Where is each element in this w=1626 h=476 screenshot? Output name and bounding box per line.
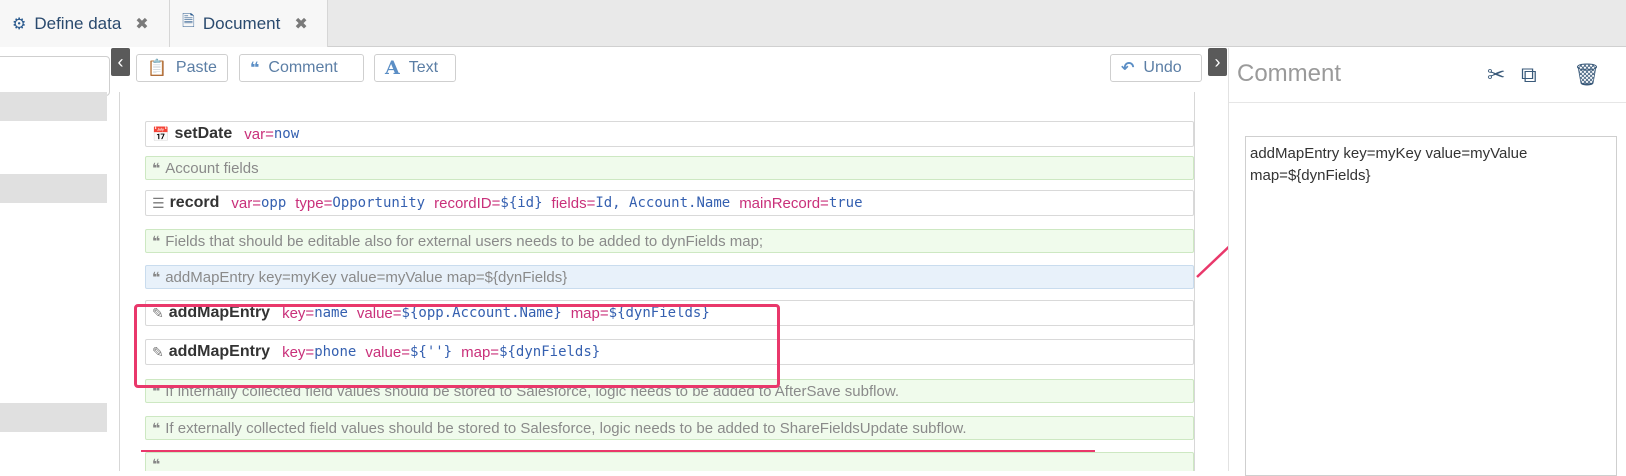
trash-icon[interactable]: 🗑 xyxy=(1573,62,1601,88)
quote-icon: ❝ xyxy=(152,419,161,436)
panel-divider xyxy=(1229,102,1626,103)
script-editor: 📅 setDate var= now ❝ Account fields ☰ rec… xyxy=(119,92,1195,471)
sidebar-item[interactable] xyxy=(0,92,107,121)
flow-icon: ⚙ xyxy=(12,15,27,33)
comment-row[interactable]: ❝ xyxy=(145,452,1194,471)
script-row-setdate[interactable]: 📅 setDate var= now xyxy=(145,121,1194,147)
undo-button[interactable]: ↶ Undo xyxy=(1110,54,1202,82)
tab-bar: ⚙ Define data ✖ 🗎 Document ✖ xyxy=(0,0,1626,47)
highlight-box xyxy=(134,304,780,388)
database-icon: ☰ xyxy=(152,194,165,211)
comment-row[interactable]: ❝ Account fields xyxy=(145,156,1194,180)
quote-icon: ❝ xyxy=(152,232,161,249)
quote-icon: ❝ xyxy=(250,60,260,77)
close-icon[interactable]: ✖ xyxy=(135,14,148,34)
panel-title: Comment xyxy=(1237,60,1342,87)
left-sidebar xyxy=(0,48,112,471)
undo-icon: ↶ xyxy=(1121,60,1135,77)
comment-row[interactable]: ❝ Fields that should be editable also fo… xyxy=(145,229,1194,253)
calendar-icon: 📅 xyxy=(152,125,170,142)
comment-row[interactable]: ❝ If externally collected field values s… xyxy=(145,416,1194,440)
comment-panel: Comment ✂ ⧉ 🗑 addMapEntry key=myKey valu… xyxy=(1228,48,1626,476)
text-button[interactable]: A Text xyxy=(374,54,456,82)
highlight-underline xyxy=(141,450,1095,452)
comment-row-selected[interactable]: ❝ addMapEntry key=myKey value=myValue ma… xyxy=(145,265,1194,289)
close-icon[interactable]: ✖ xyxy=(294,14,307,34)
document-icon: 🗎 xyxy=(182,13,195,30)
cut-icon[interactable]: ✂ xyxy=(1487,62,1505,88)
text-icon: A xyxy=(385,57,400,79)
comment-textarea[interactable]: addMapEntry key=myKey value=myValue map=… xyxy=(1245,136,1617,476)
paste-button[interactable]: 📋 Paste xyxy=(136,54,228,82)
comment-button[interactable]: ❝ Comment xyxy=(239,54,364,82)
quote-icon: ❝ xyxy=(152,268,161,285)
tab-label: Document xyxy=(202,13,281,33)
collapse-right-button[interactable]: › xyxy=(1208,48,1227,76)
sidebar-search-input[interactable] xyxy=(0,56,110,96)
tab-label: Define data xyxy=(34,13,122,33)
paste-icon: 📋 xyxy=(147,60,167,77)
quote-icon: ❝ xyxy=(152,455,161,472)
tab-document[interactable]: 🗎 Document ✖ xyxy=(170,0,328,47)
sidebar-item[interactable] xyxy=(0,403,107,432)
tab-define-data[interactable]: ⚙ Define data ✖ xyxy=(0,0,170,47)
editor-toolbar: 📋 Paste ❝ Comment A Text ↶ Undo xyxy=(128,48,1202,92)
sidebar-item[interactable] xyxy=(0,174,107,203)
quote-icon: ❝ xyxy=(152,159,161,176)
copy-icon[interactable]: ⧉ xyxy=(1521,62,1537,88)
script-row-record[interactable]: ☰ record var= opp type= Opportunity record… xyxy=(145,190,1194,216)
